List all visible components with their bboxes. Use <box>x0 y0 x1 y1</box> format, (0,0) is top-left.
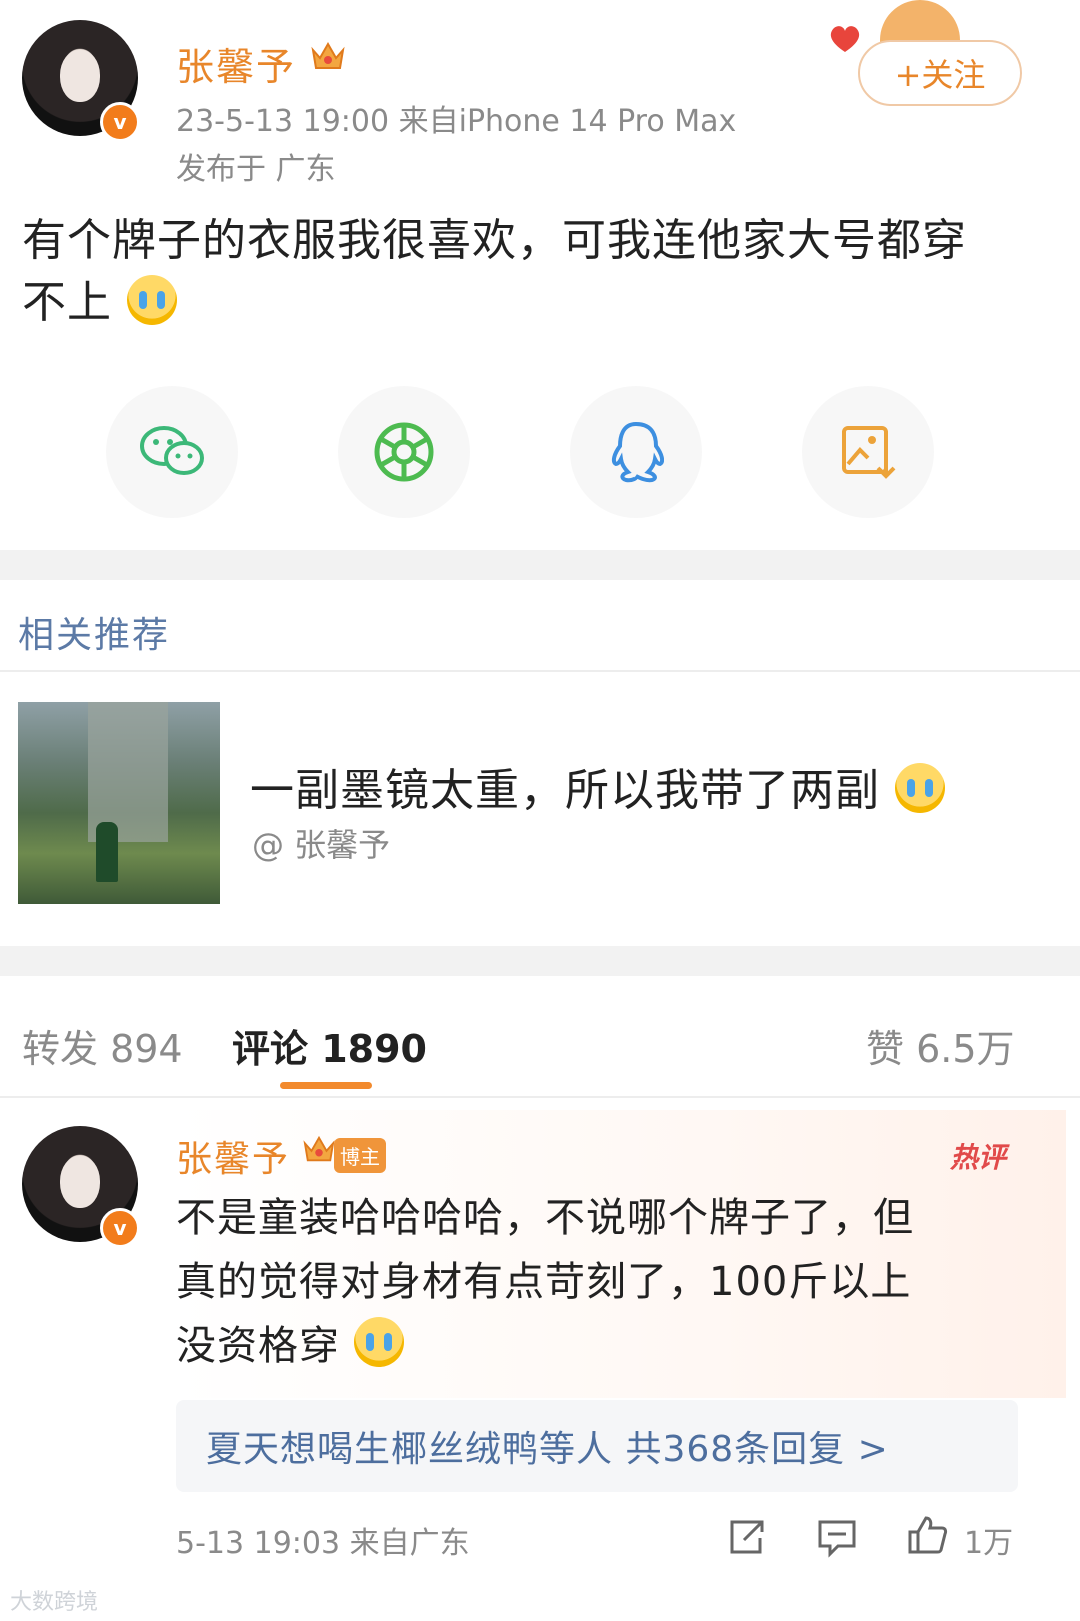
hot-comment-label: 热评 <box>950 1141 1007 1174</box>
section-divider <box>0 550 1080 580</box>
repost-icon[interactable] <box>724 1516 766 1558</box>
moments-icon <box>374 422 434 482</box>
related-section-title: 相关推荐 <box>18 615 171 656</box>
share-moments-button[interactable] <box>338 386 470 518</box>
comment-text: 不是童装哈哈哈哈，不说哪个牌子了，但 真的觉得对身材有点苛刻了，100斤以上 没… <box>176 1186 1056 1378</box>
save-image-icon <box>842 426 896 479</box>
share-wechat-button[interactable] <box>106 386 238 518</box>
verified-badge: v <box>100 1208 140 1248</box>
related-thumbnail[interactable] <box>18 702 220 904</box>
post-location: 发布于 广东 <box>176 152 336 187</box>
post-text: 有个牌子的衣服我很喜欢，可我连他家大号都穿 不上 <box>22 210 1062 334</box>
post-meta: 23-5-13 19:00 来自iPhone 14 Pro Max <box>176 104 737 139</box>
tab-likes[interactable]: 赞 6.5万 <box>866 1018 1015 1073</box>
post-text-line-1: 有个牌子的衣服我很喜欢，可我连他家大号都穿 <box>22 215 967 266</box>
wechat-icon <box>140 426 204 475</box>
comment-line-1: 不是童装哈哈哈哈，不说哪个牌子了，但 <box>176 1195 914 1241</box>
comment-line-3: 没资格穿 <box>176 1323 340 1369</box>
comment-time: 5-13 19:03 来自广东 <box>176 1526 470 1561</box>
crying-emoji-icon <box>127 275 177 325</box>
comment-icon[interactable] <box>816 1516 858 1558</box>
laughing-emoji-icon <box>895 763 945 813</box>
like-icon[interactable] <box>906 1514 948 1556</box>
qq-icon <box>611 421 664 483</box>
related-author[interactable]: @ 张馨予 <box>252 820 390 866</box>
post-author-name[interactable]: 张馨予 <box>176 36 296 91</box>
verified-badge: v <box>100 102 140 142</box>
tab-comments[interactable]: 评论 1890 <box>232 1018 427 1073</box>
follow-button[interactable]: +关注 <box>858 40 1022 106</box>
divider <box>0 670 1080 672</box>
tab-repost[interactable]: 转发 894 <box>22 1018 183 1073</box>
related-title[interactable]: 一副墨镜太重，所以我带了两副 <box>250 754 945 818</box>
view-replies-button[interactable]: 夏天想喝生椰丝绒鸭等人 共368条回复 > <box>176 1400 1018 1492</box>
save-image-button[interactable] <box>802 386 934 518</box>
like-count: 1万 <box>964 1526 1014 1561</box>
section-divider <box>0 946 1080 976</box>
active-tab-indicator <box>280 1082 372 1089</box>
heart-icon <box>830 26 860 52</box>
related-title-text: 一副墨镜太重，所以我带了两副 <box>250 765 880 816</box>
divider <box>0 1096 1080 1098</box>
post-text-line-2: 不上 <box>22 277 112 328</box>
commenter-name[interactable]: 张馨予 <box>176 1130 290 1182</box>
crying-emoji-icon <box>353 1317 404 1367</box>
watermark: 大数跨境 <box>10 1590 99 1615</box>
vip-crown-icon <box>303 1135 335 1162</box>
comment-line-2: 真的觉得对身材有点苛刻了，100斤以上 <box>176 1259 912 1305</box>
share-qq-button[interactable] <box>570 386 702 518</box>
author-badge: 博主 <box>334 1138 386 1173</box>
vip-crown-icon <box>311 41 345 69</box>
